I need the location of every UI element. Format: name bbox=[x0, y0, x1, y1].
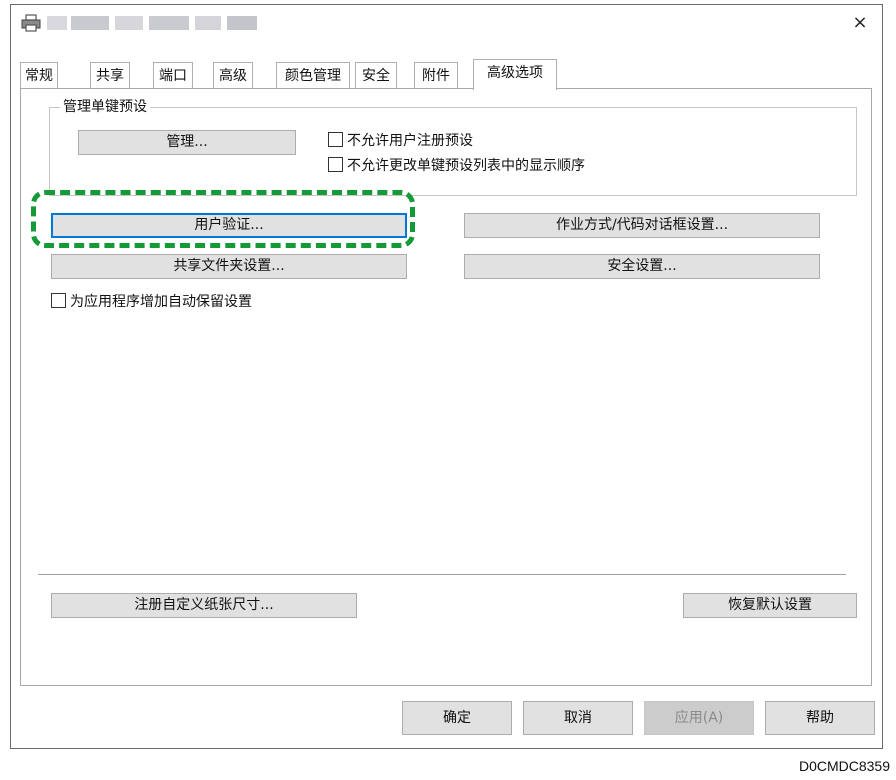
disallow-register-preset-checkbox[interactable]: 不允许用户注册预设 bbox=[328, 131, 473, 151]
tab-advanced[interactable]: 高级 bbox=[213, 62, 253, 89]
printer-name-redacted bbox=[47, 16, 67, 30]
advanced-options-panel: 管理单键预设 管理... 不允许用户注册预设 不允许更改单键预设列表中的显示顺序… bbox=[20, 88, 872, 686]
group-label: 管理单键预设 bbox=[60, 98, 150, 116]
tab-advanced-options[interactable]: 高级选项 bbox=[473, 59, 557, 90]
tab-sharing[interactable]: 共享 bbox=[90, 62, 130, 89]
checkbox-box[interactable] bbox=[51, 293, 66, 308]
tab-security[interactable]: 安全 bbox=[355, 62, 397, 89]
manage-button[interactable]: 管理... bbox=[78, 130, 296, 155]
printer-icon bbox=[21, 14, 41, 32]
checkbox-box[interactable] bbox=[328, 157, 343, 172]
register-custom-paper-size-button[interactable]: 注册自定义纸张尺寸... bbox=[51, 593, 357, 618]
tab-general[interactable]: 常规 bbox=[20, 62, 58, 89]
close-icon: × bbox=[852, 12, 868, 33]
checkbox-label: 为应用程序增加自动保留设置 bbox=[70, 294, 252, 310]
user-authentication-button[interactable]: 用户验证... bbox=[51, 213, 407, 238]
close-button[interactable]: × bbox=[842, 8, 878, 38]
printer-properties-dialog: × 常规 共享 端口 高级 颜色管理 安全 附件 高级选项 管理单键预设 管理.… bbox=[10, 4, 883, 749]
ok-button[interactable]: 确定 bbox=[402, 701, 512, 735]
auto-retention-checkbox[interactable]: 为应用程序增加自动保留设置 bbox=[51, 292, 252, 312]
section-divider bbox=[38, 574, 846, 575]
printer-name-redacted bbox=[71, 16, 109, 30]
job-type-dialog-settings-button[interactable]: 作业方式/代码对话框设置... bbox=[464, 213, 820, 238]
disallow-reorder-checkbox[interactable]: 不允许更改单键预设列表中的显示顺序 bbox=[328, 156, 585, 176]
help-button[interactable]: 帮助 bbox=[765, 701, 875, 735]
title-bar: × bbox=[11, 5, 882, 41]
tab-accessories[interactable]: 附件 bbox=[414, 62, 458, 89]
tab-strip: 常规 共享 端口 高级 颜色管理 安全 附件 高级选项 bbox=[20, 59, 880, 90]
tab-ports[interactable]: 端口 bbox=[153, 62, 193, 89]
printer-name-redacted bbox=[149, 16, 189, 30]
tab-color-management[interactable]: 颜色管理 bbox=[276, 62, 350, 89]
checkbox-box[interactable] bbox=[328, 132, 343, 147]
one-touch-preset-group: 管理单键预设 管理... 不允许用户注册预设 不允许更改单键预设列表中的显示顺序 bbox=[49, 98, 857, 196]
printer-name-redacted bbox=[227, 16, 257, 30]
printer-name-redacted bbox=[195, 16, 221, 30]
apply-button[interactable]: 应用(A) bbox=[644, 701, 754, 735]
checkbox-label: 不允许用户注册预设 bbox=[347, 133, 473, 149]
document-code: D0CMDC8359 bbox=[798, 758, 890, 774]
checkbox-label: 不允许更改单键预设列表中的显示顺序 bbox=[347, 158, 585, 174]
restore-defaults-button[interactable]: 恢复默认设置 bbox=[683, 593, 857, 618]
cancel-button[interactable]: 取消 bbox=[523, 701, 633, 735]
shared-folder-settings-button[interactable]: 共享文件夹设置... bbox=[51, 254, 407, 279]
printer-name-redacted bbox=[115, 16, 143, 30]
security-settings-button[interactable]: 安全设置... bbox=[464, 254, 820, 279]
